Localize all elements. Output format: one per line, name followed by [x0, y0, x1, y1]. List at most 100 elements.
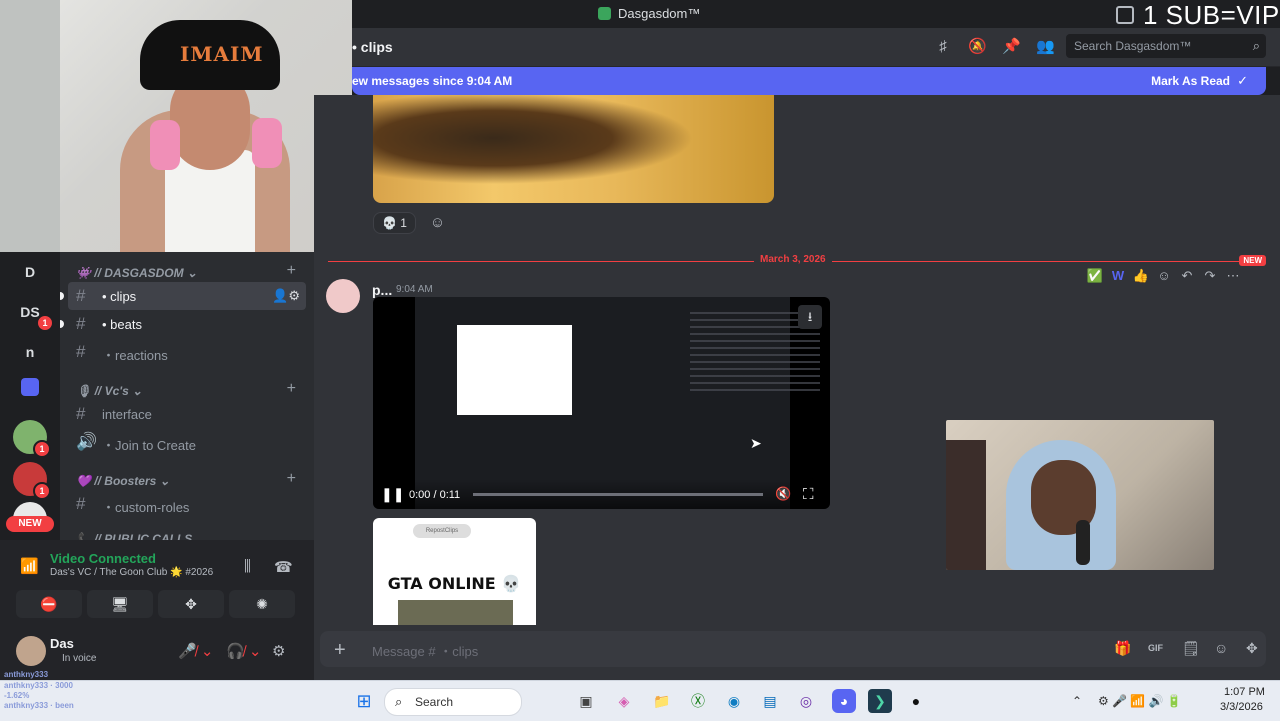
noise-suppression-icon[interactable]: ⫼ — [244, 558, 251, 575]
mark-read-icon[interactable]: ✓ — [1237, 73, 1248, 89]
member-list-icon[interactable]: 👥 — [1036, 38, 1055, 56]
voice-panel: 📶 Video Connected Das's VC / The Goon Cl… — [0, 540, 314, 626]
category-dasgasdom[interactable]: 👾 // DASGASDOM ⌄ — [76, 266, 197, 280]
mic-muted-icon[interactable]: 🎤̸ ⌄ — [178, 642, 213, 660]
voice-location[interactable]: Das's VC / The Goon Club 🌟 #2026 — [50, 567, 213, 578]
screen-share-button[interactable]: 🖥 — [87, 590, 153, 618]
soundboard-button[interactable]: ✺ — [229, 590, 295, 618]
clock-time[interactable]: 1:07 PM — [1224, 686, 1265, 698]
user-panel: Das In voice 🎤̸ ⌄ 🎧̸ ⌄ ⚙ anthkny333 — [0, 626, 314, 680]
gift-icon[interactable]: 🎁 — [1114, 640, 1131, 657]
notification-bell-icon[interactable]: 🔕 — [968, 38, 987, 56]
add-reaction-icon[interactable]: ☺ — [1153, 265, 1175, 287]
store-icon[interactable]: ▤ — [758, 689, 782, 713]
forward-icon[interactable]: ↷ — [1199, 265, 1221, 287]
guest-webcam — [946, 420, 1214, 570]
gif-icon[interactable]: GIF — [1148, 643, 1163, 653]
apps-icon[interactable]: ✥ — [1246, 640, 1258, 657]
divider-date: March 3, 2026 — [754, 254, 832, 265]
camera-off-button[interactable]: ⛔ — [16, 590, 82, 618]
discord-icon[interactable]: ◕ — [832, 689, 856, 713]
folder-icon[interactable] — [21, 378, 39, 396]
hash-icon: # — [76, 286, 86, 305]
message-author[interactable]: p... — [372, 282, 392, 298]
new-messages-text: ew messages since 9:04 AM — [352, 74, 513, 88]
settings-gear-icon[interactable]: ⚙ — [272, 642, 285, 660]
server-icon-green[interactable]: 1 — [13, 420, 51, 458]
clock-date[interactable]: 3/3/2026 — [1220, 701, 1263, 713]
tray-icons[interactable]: ⚙ 🎤 📶 🔊 🔋 — [1098, 694, 1182, 708]
title-bar: Dasgasdom™ 1 SUB=VIP — [352, 0, 1280, 30]
task-view-icon[interactable]: ▣ — [574, 689, 598, 713]
attach-plus-icon[interactable]: + — [334, 639, 346, 662]
activities-button[interactable]: ✥ — [158, 590, 224, 618]
xbox-icon[interactable]: Ⓧ — [686, 689, 710, 713]
video-progress-bar[interactable] — [473, 493, 763, 496]
add-channel-icon[interactable]: + — [287, 470, 296, 488]
unread-badge: 1 — [33, 482, 51, 500]
message-toolbar: ✅ W 👍 ☺ ↶ ↷ ⋯ — [1084, 265, 1245, 289]
category-boosters[interactable]: 💜 // Boosters ⌄ — [76, 474, 170, 488]
reply-icon[interactable]: ↶ — [1176, 265, 1198, 287]
unread-badge: 1 — [36, 314, 54, 332]
add-channel-icon[interactable]: + — [287, 262, 296, 280]
add-reaction-icon[interactable]: ☺ — [430, 214, 445, 231]
video-player[interactable]: ⭳ ❚❚ 0:00 / 0:11 🔇 ⛶ — [373, 297, 830, 509]
server-icon-ds[interactable]: DS 1 — [10, 292, 54, 332]
channel-title: • clips — [352, 39, 393, 55]
channel-beats[interactable]: # • beats — [60, 310, 306, 338]
skull-reaction[interactable]: 💀 1 — [373, 212, 416, 234]
message-input[interactable]: + Message # ・clips 🎁 GIF 🗒 ☺ ✥ — [320, 631, 1266, 667]
thumbs-up-icon[interactable]: 👍 — [1130, 265, 1152, 287]
obs-icon[interactable]: ● — [904, 689, 928, 713]
emoji-icon[interactable]: ☺ — [1214, 640, 1228, 656]
server-icon-n[interactable]: n — [10, 332, 50, 372]
channel-join-to-create[interactable]: 🔊 ・Join to Create — [68, 428, 306, 456]
add-channel-icon[interactable]: + — [287, 380, 296, 398]
inbox-icon[interactable] — [1116, 6, 1134, 24]
check-reaction-icon[interactable]: ✅ — [1084, 265, 1106, 287]
server-icon-d[interactable]: D — [10, 252, 50, 292]
image-attachment[interactable]: RepostClips GTA ONLINE 💀 — [373, 518, 536, 625]
windows-start-icon[interactable]: ⊞ — [352, 689, 376, 713]
channel-settings-icons[interactable]: 👤⚙ — [272, 288, 300, 304]
copilot-icon[interactable]: ◈ — [612, 689, 636, 713]
hash-icon: # — [76, 342, 86, 361]
taskbar-search[interactable]: ⌕ Search — [384, 688, 522, 716]
threads-icon[interactable]: ♯ — [934, 38, 952, 56]
w-reaction-icon[interactable]: W — [1107, 265, 1129, 287]
new-servers-pill[interactable]: NEW — [6, 516, 54, 532]
tray-chevron-icon[interactable]: ⌃ — [1072, 694, 1082, 708]
more-options-icon[interactable]: ⋯ — [1222, 265, 1244, 287]
category-vcs[interactable]: 🎙 // Vc's ⌄ — [76, 384, 142, 398]
attachment-image[interactable] — [373, 95, 774, 203]
edge-icon[interactable]: ◉ — [722, 689, 746, 713]
deafened-icon[interactable]: 🎧̸ ⌄ — [226, 642, 261, 660]
pin-icon[interactable]: 📌 — [1002, 38, 1021, 56]
stream-overlay-text: 1 SUB=VIP — [1143, 0, 1280, 30]
new-messages-banner[interactable]: ew messages since 9:04 AM Mark As Read ✓ — [352, 67, 1266, 95]
avatar[interactable] — [16, 636, 46, 666]
channel-reactions[interactable]: # ・reactions — [68, 338, 306, 366]
category-public-calls[interactable]: 📞 // PUBLIC CALLS — [76, 532, 192, 540]
avatar[interactable] — [326, 279, 360, 313]
file-explorer-icon[interactable]: 📁 — [650, 689, 674, 713]
mark-as-read-button[interactable]: Mark As Read — [1151, 74, 1230, 88]
fullscreen-icon[interactable]: ⛶ — [803, 486, 814, 503]
sticker-icon[interactable]: 🗒 — [1182, 640, 1200, 657]
channel-interface[interactable]: # interface — [68, 400, 306, 428]
user-status: In voice — [62, 653, 97, 664]
unread-badge: 1 — [33, 440, 51, 458]
pause-icon[interactable]: ❚❚ — [381, 486, 404, 503]
username[interactable]: Das — [50, 636, 74, 651]
channel-clips[interactable]: # • clips 👤⚙ — [60, 282, 306, 310]
disconnect-icon[interactable]: ☎ — [274, 558, 293, 576]
mute-icon[interactable]: 🔇 — [775, 486, 791, 502]
download-icon[interactable]: ⭳ — [798, 305, 822, 329]
terminal-icon[interactable]: ❯ — [868, 689, 892, 713]
search-input[interactable]: Search Dasgasdom™ ⌕ — [1066, 34, 1266, 58]
signal-icon[interactable]: 📶 — [20, 557, 39, 575]
server-icon-red[interactable]: 1 — [13, 462, 51, 500]
channel-custom-roles[interactable]: # ・custom-roles — [68, 490, 306, 518]
app-icon[interactable]: ◎ — [794, 689, 818, 713]
